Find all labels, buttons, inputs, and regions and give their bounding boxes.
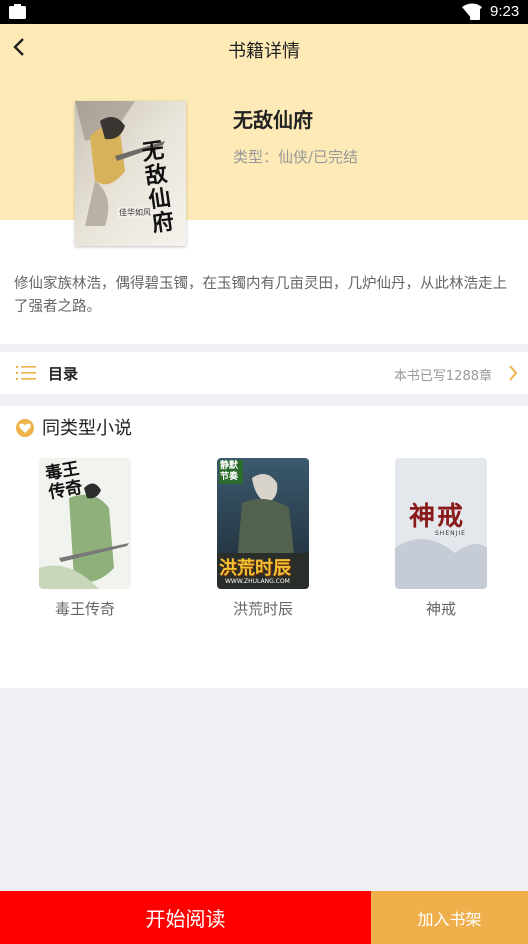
chapter-count: 本书已写1288章 xyxy=(393,369,492,384)
status-bar: 9:23 xyxy=(0,0,528,24)
start-reading-button[interactable]: 开始阅读 xyxy=(0,891,371,944)
book-type: 类型：仙侠/已完结 xyxy=(233,148,359,166)
similar-books-title: 同类型小说 xyxy=(42,418,132,439)
book-title: 无敌仙府 xyxy=(233,108,313,132)
add-to-bookshelf-button[interactable]: 加入书架 xyxy=(371,891,528,944)
clock: 9:23 xyxy=(490,3,520,20)
notification-icon xyxy=(9,4,26,19)
cover-sub-text: SHENJIE xyxy=(435,530,466,537)
cover-url-text: WWW.ZHULANG.COM xyxy=(225,578,290,585)
similar-book-item[interactable]: 神戒 SHENJIE 神戒 xyxy=(395,458,487,619)
similar-book-title: 毒王传奇 xyxy=(54,600,115,618)
cover-title-text: 神戒 xyxy=(409,502,466,532)
page-title: 书籍详情 xyxy=(228,41,300,62)
cover-top-text: 静默节奏 xyxy=(219,460,243,484)
similar-books-section: 同类型小说 毒王传奇 毒王传奇 静默节奏 洪荒时辰 WWW.ZHULANG.CO… xyxy=(0,406,528,688)
list-icon xyxy=(16,365,36,385)
book-description: 修仙家族林浩，偶得碧玉镯，在玉镯内有几亩灵田，几炉仙丹，从此林浩走上了强者之路。 xyxy=(14,276,507,315)
book-cover: 神戒 SHENJIE xyxy=(395,458,487,589)
similar-book-title: 神戒 xyxy=(425,600,456,618)
battery-icon xyxy=(470,4,480,24)
cover-title-text: 洪荒时辰 xyxy=(219,558,291,579)
bottom-action-bar: 开始阅读 加入书架 xyxy=(0,891,528,944)
similar-book-item[interactable]: 静默节奏 洪荒时辰 WWW.ZHULANG.COM 洪荒时辰 xyxy=(217,458,309,619)
nav-bar: 书籍详情 xyxy=(0,24,528,70)
similar-book-item[interactable]: 毒王传奇 毒王传奇 xyxy=(39,458,131,619)
cover-title-text: 毒王传奇 xyxy=(43,458,85,504)
book-cover: 无敌仙府 佳华如风 xyxy=(75,101,186,246)
book-cover: 静默节奏 洪荒时辰 WWW.ZHULANG.COM xyxy=(217,458,309,589)
similar-book-title: 洪荒时辰 xyxy=(232,600,293,618)
heart-icon xyxy=(16,419,34,437)
table-of-contents-row[interactable]: 目录 本书已写1288章 xyxy=(0,352,528,394)
chevron-right-icon xyxy=(508,365,518,385)
book-cover: 毒王传奇 xyxy=(39,458,131,589)
cover-author-text: 佳华如风 xyxy=(117,207,153,218)
toc-label: 目录 xyxy=(48,365,79,383)
